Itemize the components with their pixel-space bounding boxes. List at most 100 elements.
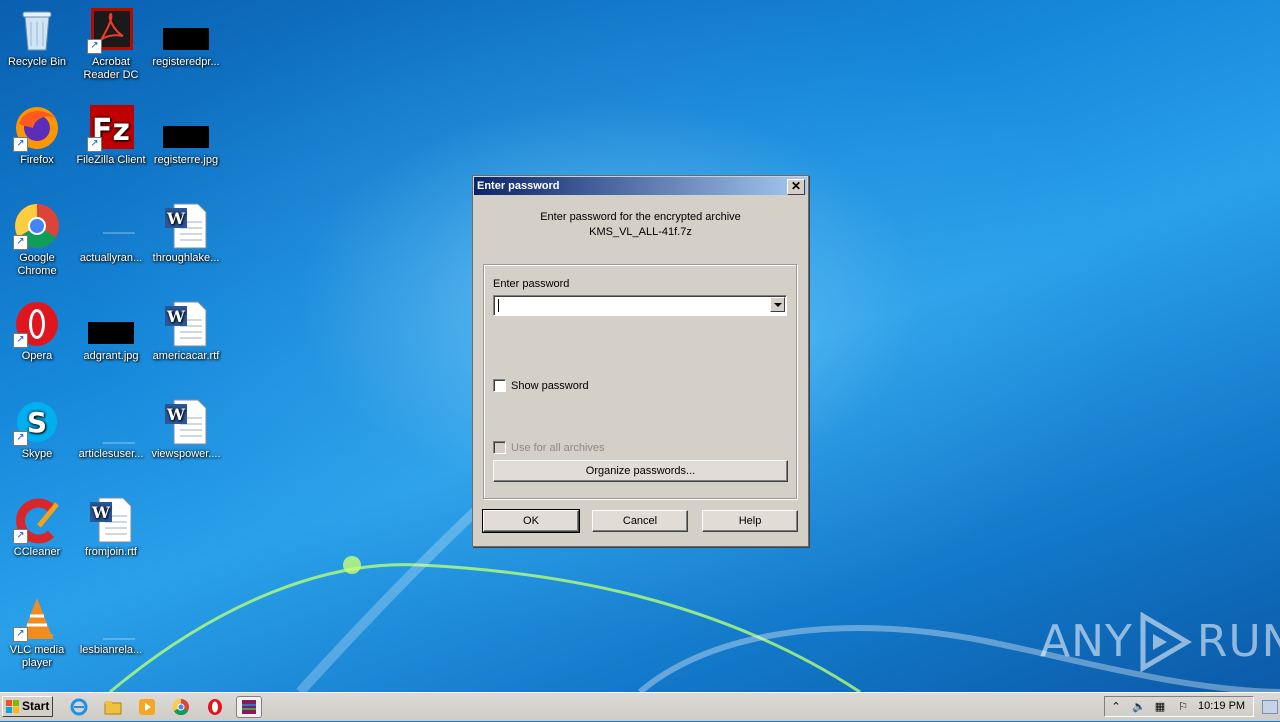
desktop-icon-skype[interactable]: S ↗ Skype [0, 398, 74, 461]
desktop-icon-label: throughlake... [152, 252, 220, 264]
internet-explorer-icon[interactable] [70, 698, 88, 716]
shortcut-arrow-icon: ↗ [13, 431, 28, 446]
close-icon: ✕ [790, 179, 802, 193]
desktop-icon-label: articlesuser... [78, 448, 144, 460]
desktop-icon-americacar[interactable]: W americacar.rtf [149, 300, 223, 363]
desktop-icon-opera[interactable]: ↗ Opera [0, 300, 74, 363]
desktop-icon-label: FileZilla Client [76, 154, 146, 166]
password-input[interactable] [493, 295, 787, 316]
desktop-icon-ccleaner[interactable]: ↗ CCleaner [0, 496, 74, 559]
blank-file-icon [87, 594, 145, 642]
opera-icon: ↗ [13, 300, 61, 348]
watermark-text-left: ANY [1040, 616, 1133, 667]
desktop-icon-viewspower[interactable]: W viewspower.... [149, 398, 223, 461]
winrar-icon[interactable] [236, 696, 262, 718]
chevron-up-icon[interactable]: ⌃ [1110, 701, 1122, 713]
image-thumbnail-icon [87, 300, 135, 348]
clock[interactable]: 10:19 PM [1198, 700, 1245, 712]
help-button[interactable]: Help [702, 510, 798, 532]
desktop-icon-label: registeredpr... [152, 56, 220, 68]
show-password-checkbox[interactable]: Show password [493, 379, 589, 392]
desktop-icon-acrobat-reader[interactable]: ↗ Acrobat Reader DC [74, 6, 148, 82]
start-button[interactable]: Start [2, 696, 53, 717]
shortcut-arrow-icon: ↗ [13, 333, 28, 348]
desktop-icon-label: lesbianrela... [79, 644, 143, 656]
explorer-folder-icon[interactable] [104, 698, 122, 716]
image-thumbnail-icon [162, 104, 210, 152]
network-icon[interactable]: ▦ [1154, 701, 1166, 713]
desktop-icon-label: adgrant.jpg [83, 350, 139, 362]
desktop-icon-articlesuser[interactable]: articlesuser... [74, 398, 148, 461]
watermark-text-right: RUN [1196, 616, 1280, 667]
desktop-icon-label: Opera [21, 350, 53, 362]
word-document-icon: W [87, 496, 135, 544]
svg-text:W: W [166, 405, 186, 424]
desktop-icon-label: Skype [21, 448, 53, 460]
checkbox-box[interactable] [493, 379, 506, 392]
svg-text:W: W [166, 307, 186, 326]
image-thumbnail-icon [162, 6, 210, 54]
desktop-icon-throughlake[interactable]: W throughlake... [149, 202, 223, 265]
svg-text:W: W [91, 503, 111, 522]
desktop-icon-label: Google [19, 252, 55, 264]
desktop-icon-recycle-bin[interactable]: Recycle Bin [0, 6, 74, 69]
desktop-icon-adgrant[interactable]: adgrant.jpg [74, 300, 148, 363]
desktop-icon-label: Chrome [17, 265, 57, 277]
text-caret [498, 299, 499, 312]
dialog-titlebar[interactable]: Enter password ✕ [474, 177, 807, 195]
firefox-icon: ↗ [13, 104, 61, 152]
archive-name: KMS_VL_ALL-41f.7z [589, 226, 692, 238]
password-group-box: Enter password Show password Use for all… [483, 264, 797, 499]
desktop-icon-fromjoin[interactable]: W fromjoin.rtf [74, 496, 148, 559]
desktop-icon-label: americacar.rtf [152, 350, 220, 362]
desktop-icon-actuallyran[interactable]: actuallyran... [74, 202, 148, 265]
shortcut-arrow-icon: ↗ [13, 137, 28, 152]
organize-passwords-button[interactable]: Organize passwords... [493, 460, 788, 482]
media-player-icon[interactable] [138, 698, 156, 716]
checkbox-box [493, 441, 506, 454]
shortcut-arrow-icon: ↗ [13, 627, 28, 642]
desktop: Recycle Bin ↗ Firefox ↗ Google Chrome ↗ … [0, 0, 1280, 692]
play-logo-icon [1140, 612, 1192, 672]
close-button[interactable]: ✕ [787, 179, 805, 195]
desktop-icon-label: VLC media [9, 644, 65, 656]
use-for-all-archives-label: Use for all archives [511, 441, 605, 454]
desktop-icon-registeredpr[interactable]: registeredpr... [149, 6, 223, 69]
filezilla-icon: Fz ↗ [87, 104, 135, 152]
ok-button[interactable]: OK [482, 509, 580, 533]
word-document-icon: W [162, 202, 210, 250]
cancel-button[interactable]: Cancel [592, 510, 688, 532]
show-password-label: Show password [511, 379, 589, 392]
desktop-icon-lesbianrela[interactable]: lesbianrela... [74, 594, 148, 657]
acrobat-icon: ↗ [87, 6, 135, 54]
enter-password-dialog: Enter password ✕ Enter password for the … [472, 175, 809, 547]
word-document-icon: W [162, 398, 210, 446]
desktop-icon-label: registerre.jpg [153, 154, 219, 166]
volume-icon[interactable]: 🔈 [1132, 701, 1146, 713]
desktop-icon-label: Firefox [20, 154, 54, 166]
shortcut-arrow-icon: ↗ [87, 39, 102, 54]
skype-icon: S ↗ [13, 398, 61, 446]
blank-file-icon [87, 398, 145, 446]
windows-flag-icon [6, 700, 19, 713]
action-center-flag-icon[interactable]: ⚐ [1177, 701, 1189, 713]
desktop-icon-label: fromjoin.rtf [85, 546, 137, 558]
blank-file-icon [87, 202, 145, 250]
desktop-icon-filezilla[interactable]: Fz ↗ FileZilla Client [74, 104, 148, 167]
ccleaner-icon: ↗ [13, 496, 61, 544]
chrome-icon[interactable] [172, 698, 190, 716]
desktop-icon-vlc[interactable]: ↗ VLC media player [0, 594, 74, 670]
desktop-icon-registerre[interactable]: registerre.jpg [149, 104, 223, 167]
chevron-down-icon[interactable] [770, 297, 785, 312]
shortcut-arrow-icon: ↗ [13, 235, 28, 250]
desktop-icon-label: Recycle Bin [7, 56, 67, 68]
recycle-bin-icon [13, 6, 61, 54]
desktop-icon-firefox[interactable]: ↗ Firefox [0, 104, 74, 167]
anyrun-watermark: ANY RUN [1040, 612, 1280, 672]
word-document-icon: W [162, 300, 210, 348]
desktop-icon-google-chrome[interactable]: ↗ Google Chrome [0, 202, 74, 278]
show-desktop-icon[interactable] [1262, 700, 1278, 714]
password-label: Enter password [493, 278, 570, 290]
opera-icon[interactable] [206, 698, 224, 716]
dialog-title: Enter password [477, 180, 560, 192]
